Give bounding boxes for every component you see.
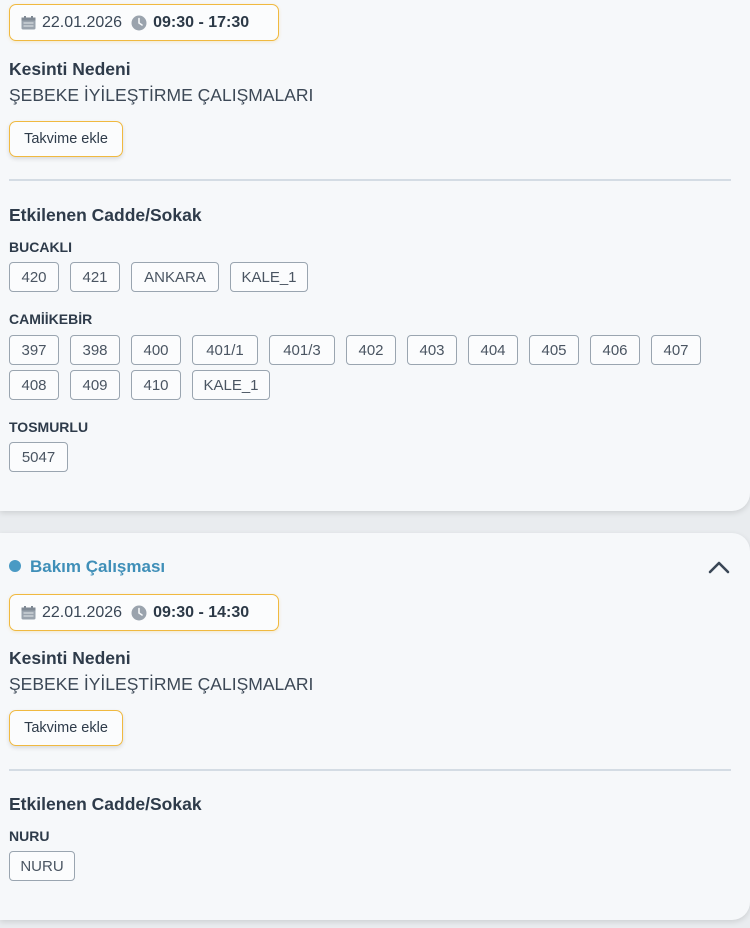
street-tag: 398 [70, 335, 120, 365]
date-time-chip: 22.01.2026 09:30 - 14:30 [9, 594, 279, 631]
status-label: Bakım Çalışması [30, 557, 166, 576]
reason-title: Kesinti Nedeni [9, 648, 131, 668]
street-tag: 409 [70, 370, 120, 400]
street-tag: 405 [529, 335, 579, 365]
clock-icon [131, 15, 147, 30]
street-tag: 403 [407, 335, 457, 365]
street-tag: ANKARA [131, 262, 219, 292]
chevron-up-icon[interactable] [706, 558, 732, 576]
street-tag: 401/1 [192, 335, 258, 365]
outage-date: 22.01.2026 [42, 13, 123, 31]
street-tag: KALE_1 [192, 370, 270, 400]
street-tag: 402 [346, 335, 396, 365]
reason-text: ŞEBEKE İYİLEŞTİRME ÇALIŞMALARI [9, 674, 314, 694]
street-tag: KALE_1 [230, 262, 308, 292]
street-tag: 408 [9, 370, 59, 400]
street-tag: 401/3 [269, 335, 335, 365]
affected-streets-title: Etkilenen Cadde/Sokak [9, 794, 202, 814]
street-tag: 400 [131, 335, 181, 365]
status-dot [9, 560, 21, 572]
date-time-chip: 22.01.2026 09:30 - 17:30 [9, 4, 279, 41]
calendar-icon [21, 15, 36, 29]
outage-card-1: 22.01.2026 09:30 - 17:30 Kesinti Nedeni … [0, 0, 750, 511]
street-tag: 410 [131, 370, 181, 400]
street-tag: NURU [9, 851, 75, 881]
calendar-icon [21, 605, 36, 619]
street-tag: 404 [468, 335, 518, 365]
clock-icon [131, 605, 147, 620]
outage-date: 22.01.2026 [42, 603, 123, 621]
add-to-calendar-button[interactable]: Takvime ekle [9, 121, 123, 157]
street-tag: 420 [9, 262, 59, 292]
neighborhood-title: BUCAKLI [9, 239, 72, 255]
neighborhood-title: CAMİİKEBİR [9, 311, 93, 327]
street-tag: 406 [590, 335, 640, 365]
add-to-calendar-button[interactable]: Takvime ekle [9, 710, 123, 746]
divider [9, 769, 731, 771]
outage-time: 09:30 - 17:30 [153, 13, 250, 31]
neighborhood-title: NURU [9, 828, 50, 844]
affected-streets-title: Etkilenen Cadde/Sokak [9, 205, 202, 225]
street-tag: 421 [70, 262, 120, 292]
street-tag: 397 [9, 335, 59, 365]
reason-text: ŞEBEKE İYİLEŞTİRME ÇALIŞMALARI [9, 85, 314, 105]
divider [9, 179, 731, 181]
street-tag: 5047 [9, 442, 68, 472]
outage-time: 09:30 - 14:30 [153, 603, 250, 621]
reason-title: Kesinti Nedeni [9, 59, 131, 79]
neighborhood-title: TOSMURLU [9, 419, 89, 435]
street-tag: 407 [651, 335, 701, 365]
outage-card-2: Bakım Çalışması 22.01.2026 09:30 - 14:30… [0, 533, 750, 920]
